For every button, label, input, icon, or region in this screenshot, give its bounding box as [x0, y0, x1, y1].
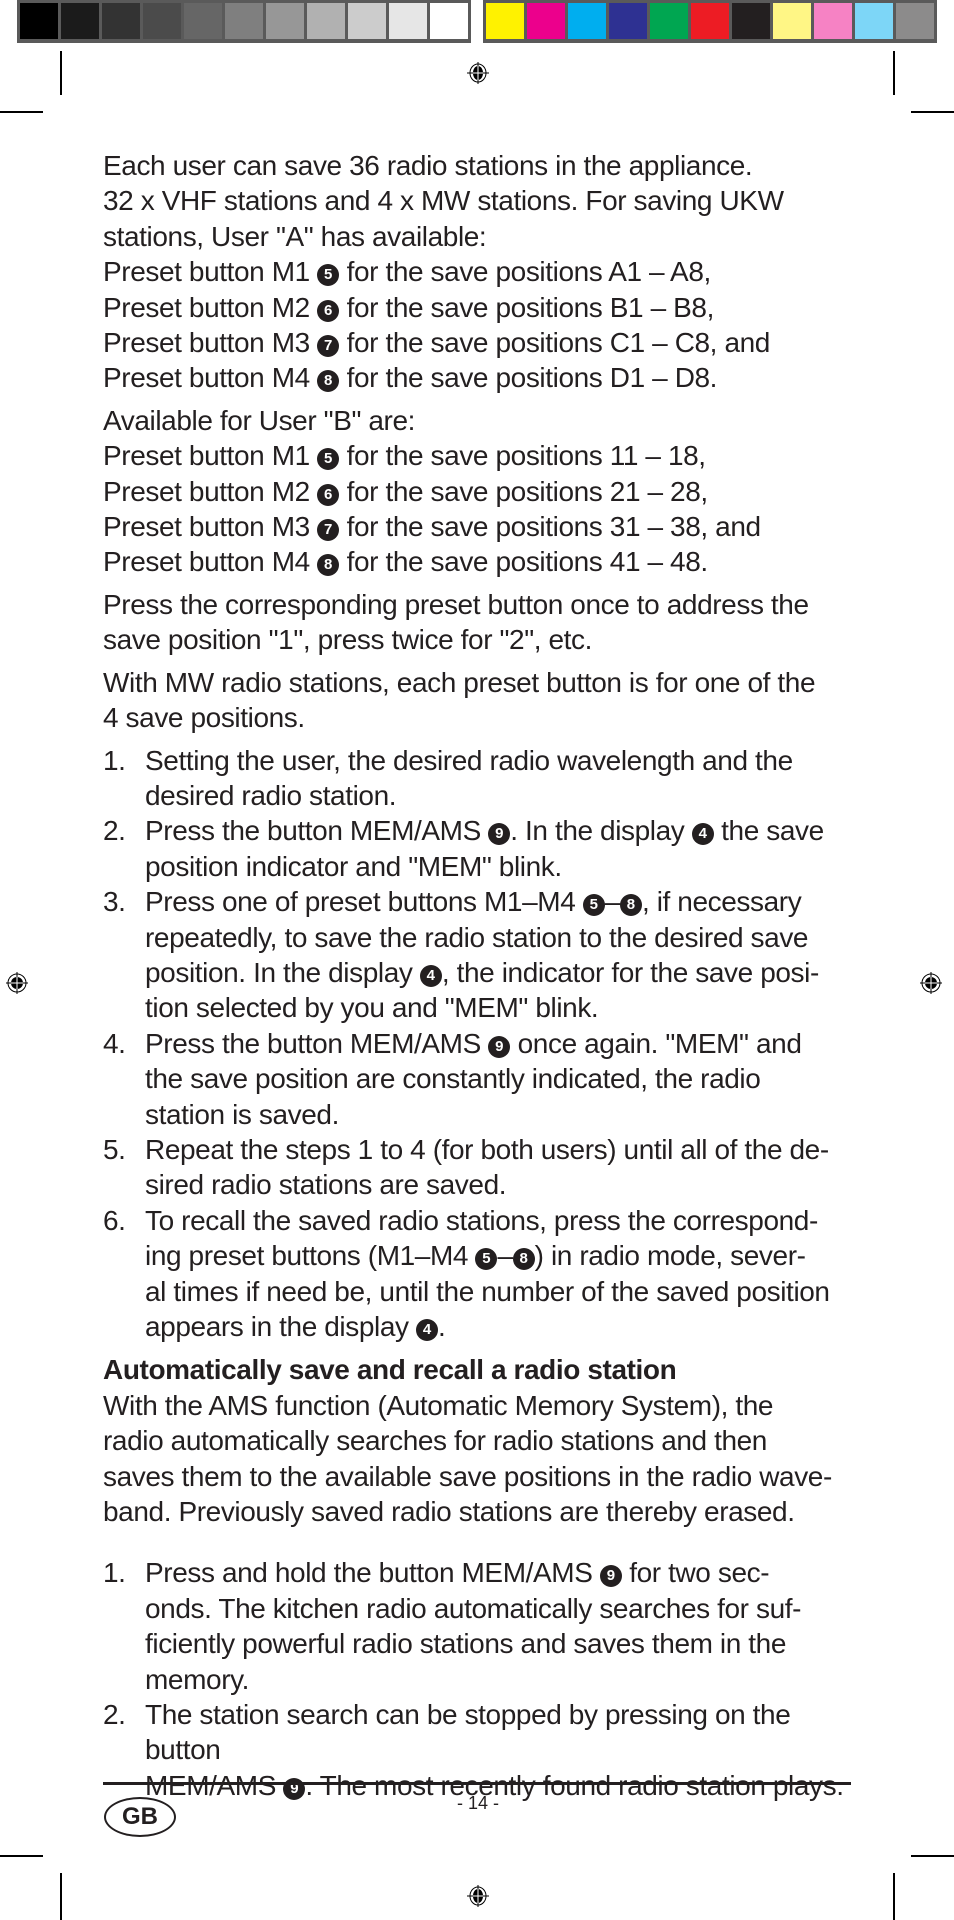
crop-mark-bottom-left-vertical: [60, 1873, 62, 1920]
gray-swatch: [307, 3, 345, 39]
reference-number-icon: 7: [317, 519, 340, 542]
color-swatch: [773, 3, 811, 39]
user-b-intro: Available for User "B" are:: [103, 404, 416, 436]
color-swatch: [814, 3, 852, 39]
step-item: 2. The station search can be stopped by p…: [103, 1699, 844, 1801]
reference-number-icon: 5: [317, 448, 340, 471]
color-swatch: [486, 3, 524, 39]
preset-line: Preset button M3 7 for the save position…: [103, 327, 770, 359]
registration-mark-left: [6, 972, 28, 994]
step-number: 2.: [103, 815, 126, 847]
step-number: 1.: [103, 1557, 126, 1589]
grayscale-calibration-bar: [17, 0, 471, 43]
preset-line: Preset button M1 5 for the save position…: [103, 440, 706, 472]
registration-mark-bottom: [467, 1885, 489, 1907]
reference-number-icon: 4: [415, 1319, 438, 1341]
country-badge: GB: [104, 1797, 176, 1837]
press-paragraph: Press the corresponding preset button on…: [103, 588, 809, 656]
gray-swatch: [184, 3, 222, 39]
step-number: 4.: [103, 1027, 126, 1059]
step-number: 1.: [103, 744, 126, 776]
preset-line: Preset button M2 6 for the save position…: [103, 475, 708, 507]
step-item: 1. Setting the user, the desired radio wa…: [103, 744, 793, 811]
color-swatch: [691, 3, 729, 39]
reference-number-icon: 9: [599, 1565, 622, 1588]
step-number: 2.: [103, 1699, 126, 1731]
preset-line: Preset button M2 6 for the save position…: [103, 291, 714, 323]
gray-swatch: [430, 3, 468, 39]
gray-swatch: [102, 3, 140, 39]
reference-number-icon: 8: [512, 1248, 535, 1271]
reference-number-icon: 5: [582, 894, 605, 917]
gray-swatch: [20, 3, 58, 39]
color-swatch: [732, 3, 770, 39]
step-item: 5. Repeat the steps 1 to 4 (for both user…: [103, 1133, 829, 1201]
save-steps-list: 1. Setting the user, the desired radio wa…: [103, 743, 853, 1345]
step-item: 1. Press and hold the button MEM/AMS 9 fo…: [103, 1557, 802, 1695]
ams-section-heading: Automatically save and recall a radio st…: [103, 1354, 677, 1386]
user-a-preset-list: Preset button M1 5 for the save position…: [103, 254, 853, 396]
step-item: 3. Press one of preset buttons M1–M4 5–8,…: [103, 886, 819, 1024]
step-number: 3.: [103, 886, 126, 918]
crop-mark-bottom-right-vertical: [893, 1873, 895, 1920]
step-item: 6. To recall the saved radio stations, pr…: [103, 1204, 830, 1342]
preset-line: Preset button M4 8 for the save position…: [103, 546, 708, 578]
gray-swatch: [348, 3, 386, 39]
color-swatch: [855, 3, 893, 39]
gray-swatch: [225, 3, 263, 39]
reference-number-icon: 4: [691, 823, 714, 846]
crop-mark-bottom-left-horizontal: [0, 1855, 43, 1857]
color-swatch: [896, 3, 934, 39]
color-swatch: [609, 3, 647, 39]
ams-paragraph: With the AMS function (Automatic Memory …: [103, 1389, 832, 1528]
color-calibration-bar: [483, 0, 937, 43]
crop-mark-top-left-vertical: [60, 51, 62, 95]
reference-number-icon: 5: [475, 1248, 498, 1271]
reference-number-icon: 4: [419, 964, 442, 987]
footer-rule: [103, 1782, 851, 1785]
registration-mark-right: [920, 972, 942, 994]
crop-mark-bottom-right-horizontal: [911, 1855, 954, 1857]
gray-swatch: [143, 3, 181, 39]
gray-swatch: [61, 3, 99, 39]
reference-number-icon: 8: [317, 554, 340, 577]
mw-paragraph: With MW radio stations, each preset butt…: [103, 666, 816, 734]
user-b-preset-list: Preset button M1 5 for the save position…: [103, 438, 853, 580]
reference-number-icon: 9: [488, 823, 511, 846]
preset-line: Preset button M4 8 for the save position…: [103, 362, 718, 394]
gray-swatch: [389, 3, 427, 39]
preset-line: Preset button M1 5 for the save position…: [103, 256, 711, 288]
step-item: 2. Press the button MEM/AMS 9. In the dis…: [103, 815, 824, 882]
reference-number-icon: 7: [317, 335, 340, 358]
intro-paragraph: Each user can save 36 radio stations in …: [103, 150, 784, 252]
crop-mark-top-right-vertical: [893, 51, 895, 95]
reference-number-icon: 9: [488, 1035, 511, 1058]
preset-line: Preset button M3 7 for the save position…: [103, 511, 761, 543]
crop-mark-top-left-horizontal: [0, 111, 43, 113]
color-swatch: [650, 3, 688, 39]
page-number: - 14 -: [456, 1793, 499, 1813]
crop-mark-top-right-horizontal: [911, 111, 954, 113]
color-swatch: [527, 3, 565, 39]
reference-number-icon: 6: [317, 299, 340, 322]
ams-steps-list: 1. Press and hold the button MEM/AMS 9 fo…: [103, 1555, 853, 1803]
gray-swatch: [266, 3, 304, 39]
color-swatch: [568, 3, 606, 39]
reference-number-icon: 8: [317, 370, 340, 393]
reference-number-icon: 8: [619, 894, 642, 917]
reference-number-icon: 5: [317, 264, 340, 287]
step-item: 4. Press the button MEM/AMS 9 once again.…: [103, 1027, 802, 1130]
reference-number-icon: 6: [317, 483, 340, 506]
step-number: 5.: [103, 1133, 126, 1165]
registration-mark-top: [467, 62, 489, 84]
step-number: 6.: [103, 1204, 126, 1236]
manual-text-column: Each user can save 36 radio stations in …: [103, 148, 853, 1803]
